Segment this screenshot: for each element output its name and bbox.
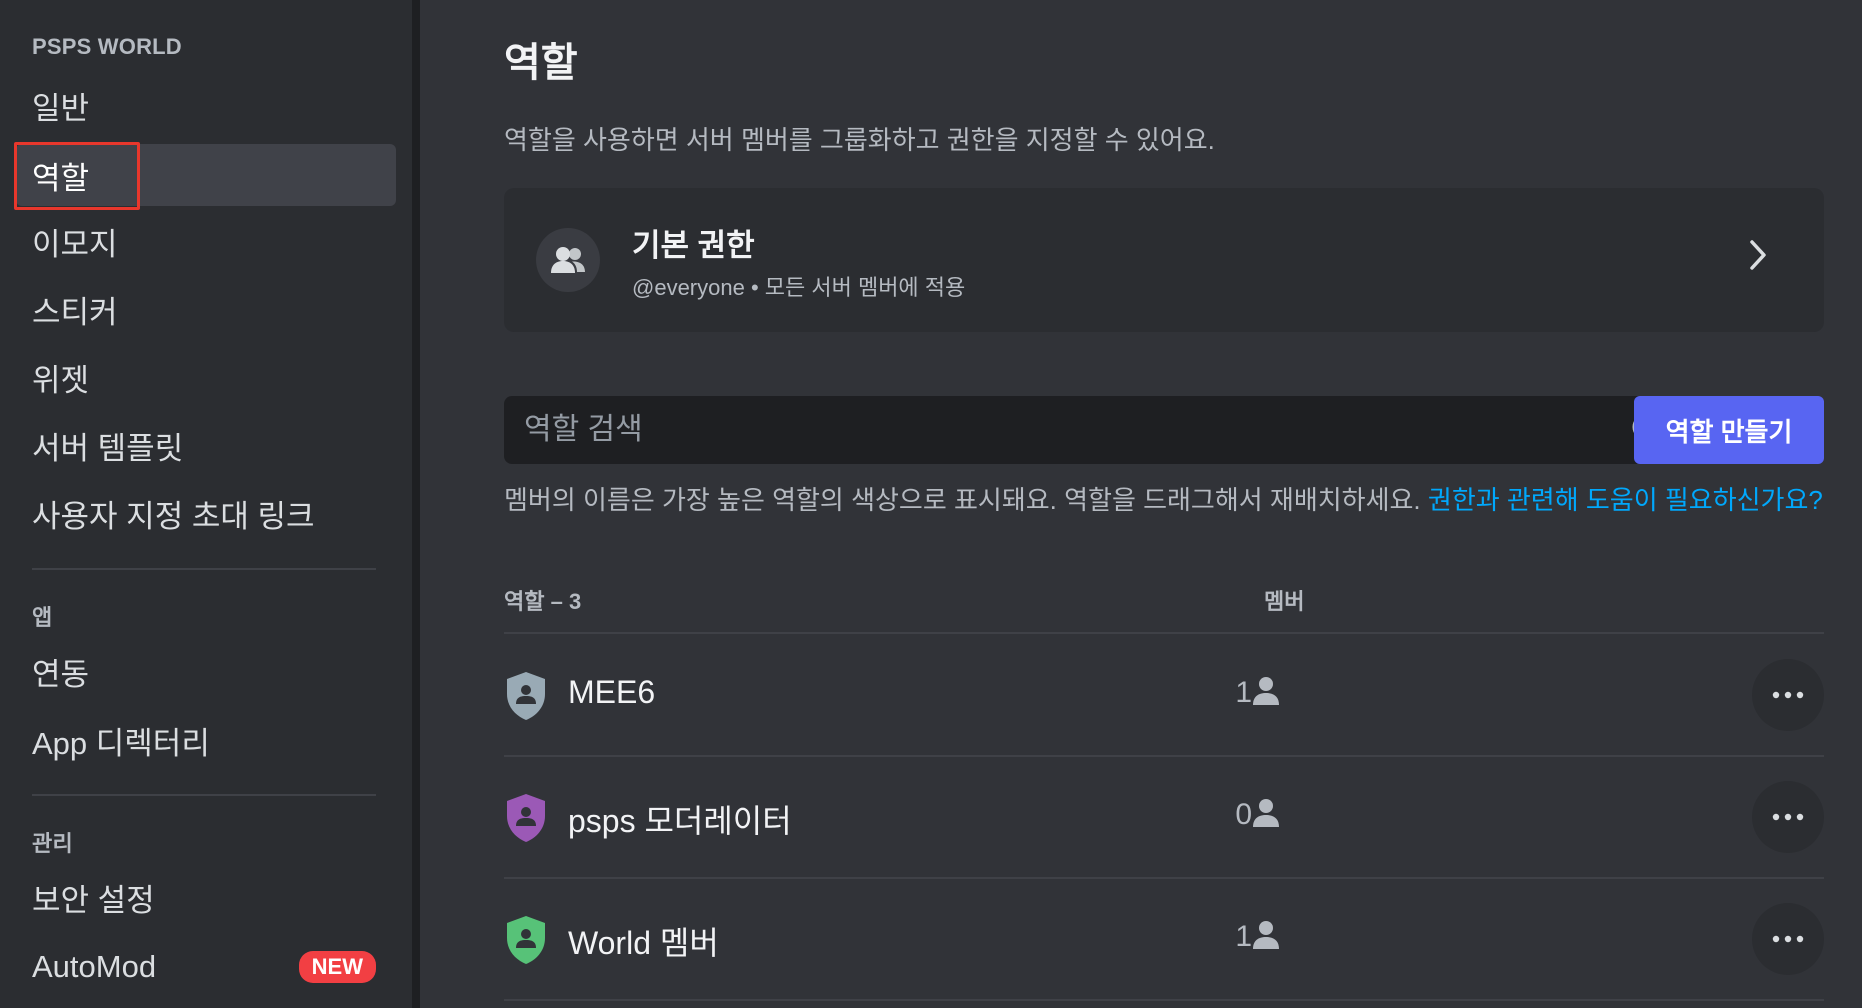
roles-info-message: 멤버의 이름은 가장 높은 역할의 색상으로 표시돼요. 역할을 드래그해서 재… <box>504 485 1421 515</box>
default-permissions-card[interactable]: 기본 권한 @everyone • 모든 서버 멤버에 적용 <box>504 188 1824 332</box>
role-name: World 멤버 <box>568 925 719 961</box>
sidebar-item-server-template[interactable]: 서버 템플릿 <box>16 414 396 476</box>
role-more-options-button[interactable] <box>1752 659 1824 731</box>
sidebar-item-safety-setup[interactable]: 보안 설정 <box>16 866 396 928</box>
sidebar-item-stickers[interactable]: 스티커 <box>16 278 396 340</box>
role-member-count: 1 <box>1235 920 1252 953</box>
role-search-box <box>504 396 1684 464</box>
role-row-world-member[interactable]: World 멤버 1 <box>504 878 1824 998</box>
sidebar-item-label: AutoMod <box>32 949 157 984</box>
roles-column-header: 역할 – 3 <box>504 589 582 614</box>
sidebar-item-label: 보안 설정 <box>32 882 155 918</box>
sidebar-item-automod[interactable]: AutoMod NEW <box>16 936 396 998</box>
sidebar-edge <box>412 0 420 1008</box>
person-icon <box>1252 920 1280 955</box>
more-dots-icon <box>1772 813 1804 821</box>
sidebar-divider <box>32 794 376 796</box>
sidebar-item-integrations[interactable]: 연동 <box>16 640 396 702</box>
role-row-mee6[interactable]: MEE6 1 <box>504 634 1824 754</box>
role-search-input[interactable] <box>524 396 1604 464</box>
role-name: MEE6 <box>568 674 656 710</box>
settings-sidebar: PSPS WORLD 일반 역할 이모지 스티커 위젯 서버 템플릿 사용자 지… <box>0 0 412 1008</box>
apps-section-header: 앱 <box>32 605 53 630</box>
sidebar-item-general[interactable]: 일반 <box>16 74 396 136</box>
page-description: 역할을 사용하면 서버 멤버를 그룹화하고 권한을 지정할 수 있어요. <box>504 125 1215 155</box>
roles-info-text: 멤버의 이름은 가장 높은 역할의 색상으로 표시돼요. 역할을 드래그해서 재… <box>504 480 1823 517</box>
manage-section-header: 관리 <box>32 831 73 856</box>
sidebar-item-label: 서버 템플릿 <box>32 430 184 466</box>
default-permissions-subtitle: @everyone • 모든 서버 멤버에 적용 <box>632 275 966 300</box>
sidebar-item-emoji[interactable]: 이모지 <box>16 210 396 272</box>
role-name: psps 모더레이터 <box>568 803 792 839</box>
members-group-icon <box>536 228 600 292</box>
role-shield-icon <box>504 670 548 727</box>
role-member-count: 1 <box>1235 676 1252 709</box>
sidebar-item-app-directory[interactable]: App 디렉터리 <box>16 709 396 771</box>
create-role-button[interactable]: 역할 만들기 <box>1634 396 1824 464</box>
sidebar-item-label: 이모지 <box>32 226 118 262</box>
table-divider <box>504 999 1824 1001</box>
person-icon <box>1252 676 1280 711</box>
sidebar-item-label: 역할 <box>32 160 90 196</box>
new-badge: NEW <box>298 951 376 983</box>
members-column-header: 멤버 <box>1264 589 1305 614</box>
sidebar-item-roles[interactable]: 역할 <box>16 144 396 206</box>
chevron-right-icon <box>1748 238 1768 277</box>
page-title: 역할 <box>504 41 578 85</box>
sidebar-item-label: 일반 <box>32 90 90 126</box>
more-dots-icon <box>1772 691 1804 699</box>
sidebar-item-vanity-url[interactable]: 사용자 지정 초대 링크 <box>16 482 396 544</box>
role-more-options-button[interactable] <box>1752 781 1824 853</box>
sidebar-item-widget[interactable]: 위젯 <box>16 346 396 408</box>
person-icon <box>1252 798 1280 833</box>
roles-settings-panel: 역할 역할을 사용하면 서버 멤버를 그룹화하고 권한을 지정할 수 있어요. … <box>420 0 1862 1008</box>
sidebar-item-label: 위젯 <box>32 362 90 398</box>
sidebar-item-label: App 디렉터리 <box>32 725 210 761</box>
server-name-header: PSPS WORLD <box>32 34 182 59</box>
sidebar-item-label: 스티커 <box>32 294 118 330</box>
role-more-options-button[interactable] <box>1752 903 1824 975</box>
sidebar-item-label: 연동 <box>32 656 90 692</box>
default-permissions-title: 기본 권한 <box>632 228 755 263</box>
role-shield-icon <box>504 914 548 971</box>
sidebar-item-label: 사용자 지정 초대 링크 <box>32 498 315 534</box>
role-row-moderator[interactable]: psps 모더레이터 0 <box>504 756 1824 876</box>
permissions-help-link[interactable]: 권한과 관련해 도움이 필요하신가요? <box>1428 485 1823 515</box>
role-shield-icon <box>504 792 548 849</box>
role-member-count: 0 <box>1235 798 1252 831</box>
more-dots-icon <box>1772 935 1804 943</box>
sidebar-divider <box>32 568 376 570</box>
